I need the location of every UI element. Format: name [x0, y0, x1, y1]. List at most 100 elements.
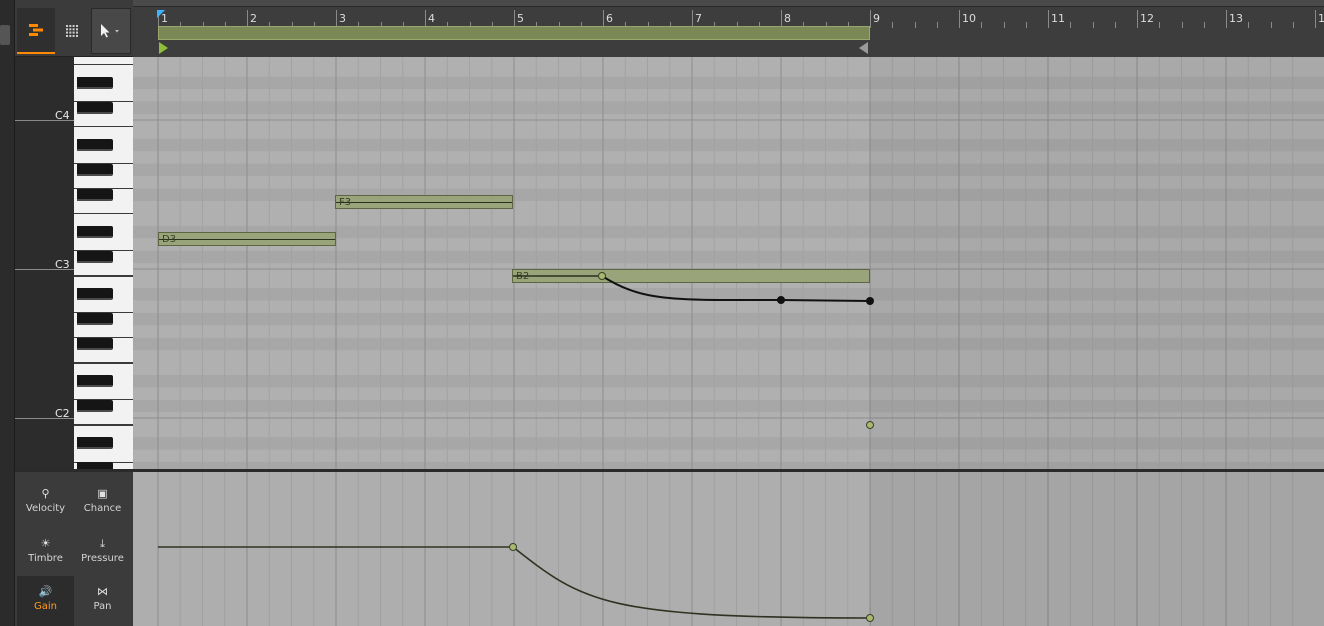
beat-tick	[1114, 22, 1116, 28]
pressure-button[interactable]: ⤓ Pressure	[74, 528, 131, 578]
piano-roll-icon	[29, 24, 43, 36]
beat-tick	[892, 22, 894, 28]
bar-number: 12	[1140, 12, 1154, 25]
editor-toolbar	[15, 0, 133, 57]
curve-point[interactable]	[509, 543, 517, 551]
pan-icon: ⋈	[97, 585, 108, 598]
bar-number: 4	[428, 12, 435, 25]
gain-label: Gain	[34, 601, 57, 612]
chance-button[interactable]: ▣ Chance	[74, 478, 131, 528]
pitch-expression-curve[interactable]	[133, 57, 1324, 469]
pan-label: Pan	[93, 601, 112, 612]
timbre-label: Timbre	[28, 553, 63, 564]
bar-number: 2	[250, 12, 257, 25]
ruler-top-strip	[133, 0, 1324, 7]
beat-tick	[914, 22, 916, 28]
left-strip	[0, 0, 15, 626]
bar-number: 7	[695, 12, 702, 25]
black-key[interactable]	[77, 437, 113, 450]
black-key[interactable]	[77, 288, 113, 301]
loop-end-handle[interactable]	[859, 42, 868, 54]
beat-tick	[936, 22, 938, 28]
expression-selector: ⚲ Velocity ▣ Chance ☀ Timbre ⤓ Pressure …	[15, 472, 133, 626]
loop-region[interactable]	[158, 26, 870, 40]
note-editor: 1 2 3 4 5 6 7 8 9 10 11 12 13 1 C4 C3 C2 D3 F3 B2	[0, 0, 1324, 626]
beat-tick	[1070, 22, 1072, 28]
black-key[interactable]	[77, 76, 113, 89]
black-key[interactable]	[77, 337, 113, 350]
bar-number: 8	[784, 12, 791, 25]
curve-point[interactable]	[866, 421, 874, 429]
beat-tick	[1181, 22, 1183, 28]
black-key[interactable]	[77, 138, 113, 151]
grid-view-button[interactable]	[53, 8, 91, 54]
curve-point[interactable]	[598, 272, 606, 280]
bar-number: 1	[1318, 12, 1324, 25]
bar-number: 13	[1229, 12, 1243, 25]
loop-start-handle[interactable]	[159, 42, 168, 54]
bar-number: 10	[962, 12, 976, 25]
curve-point[interactable]	[777, 296, 785, 304]
pan-button[interactable]: ⋈ Pan	[74, 576, 131, 626]
bar-tick	[1048, 10, 1049, 28]
timbre-button[interactable]: ☀ Timbre	[17, 528, 74, 578]
piano-keyboard[interactable]: C4 C3 C2	[15, 57, 133, 469]
note-editor-view-button[interactable]	[17, 8, 55, 54]
white-key-divider	[74, 275, 133, 277]
bar-tick	[959, 10, 960, 28]
pointer-tool-button[interactable]	[91, 8, 131, 54]
sun-icon: ☀	[40, 537, 51, 550]
beat-tick	[1248, 22, 1250, 28]
octave-line-c4	[15, 120, 74, 121]
pointer-icon	[101, 24, 119, 38]
bar-tick	[870, 10, 871, 28]
bar-number: 6	[606, 12, 613, 25]
chance-label: Chance	[83, 503, 122, 514]
beat-tick	[1092, 22, 1094, 28]
bar-tick	[1226, 10, 1227, 28]
velocity-icon: ⚲	[41, 487, 50, 500]
beat-tick	[981, 22, 983, 28]
bar-number: 9	[873, 12, 880, 25]
velocity-button[interactable]: ⚲ Velocity	[17, 478, 74, 528]
lock-icon[interactable]	[0, 25, 10, 45]
beat-tick	[1025, 22, 1027, 28]
note-grid[interactable]: D3 F3 B2	[133, 57, 1324, 469]
curve-point[interactable]	[866, 614, 874, 622]
grid-icon	[66, 25, 78, 37]
timeline-ruler[interactable]: 1 2 3 4 5 6 7 8 9 10 11 12 13 1	[133, 0, 1324, 57]
gain-curve[interactable]	[133, 472, 1324, 626]
beat-tick	[1292, 22, 1294, 28]
black-key[interactable]	[77, 375, 113, 388]
bar-number: 11	[1051, 12, 1065, 25]
white-key-divider	[74, 64, 133, 66]
beat-tick	[1270, 22, 1272, 28]
bar-tick	[1315, 10, 1316, 28]
white-key-divider	[74, 213, 133, 215]
pressure-icon: ⤓	[100, 537, 105, 550]
beat-tick	[1003, 22, 1005, 28]
beat-tick	[1159, 22, 1161, 28]
black-key[interactable]	[77, 188, 113, 201]
black-key[interactable]	[77, 462, 113, 469]
black-key[interactable]	[77, 163, 113, 176]
gain-button[interactable]: 🔊 Gain	[17, 576, 74, 626]
speaker-icon: 🔊	[38, 585, 53, 598]
octave-line-c2	[15, 418, 74, 419]
black-key[interactable]	[77, 399, 113, 412]
black-key[interactable]	[77, 312, 113, 325]
curve-point[interactable]	[866, 297, 874, 305]
black-key[interactable]	[77, 225, 113, 238]
black-key[interactable]	[77, 250, 113, 263]
black-key[interactable]	[77, 101, 113, 114]
bar-number: 5	[517, 12, 524, 25]
octave-line-c3	[15, 269, 74, 270]
playhead-marker[interactable]	[157, 10, 165, 18]
bar-number: 3	[339, 12, 346, 25]
white-key-divider	[74, 362, 133, 364]
white-key-divider	[74, 424, 133, 426]
dice-icon: ▣	[97, 487, 108, 500]
beat-tick	[1203, 22, 1205, 28]
expression-editor[interactable]	[133, 472, 1324, 626]
pressure-label: Pressure	[81, 553, 124, 564]
